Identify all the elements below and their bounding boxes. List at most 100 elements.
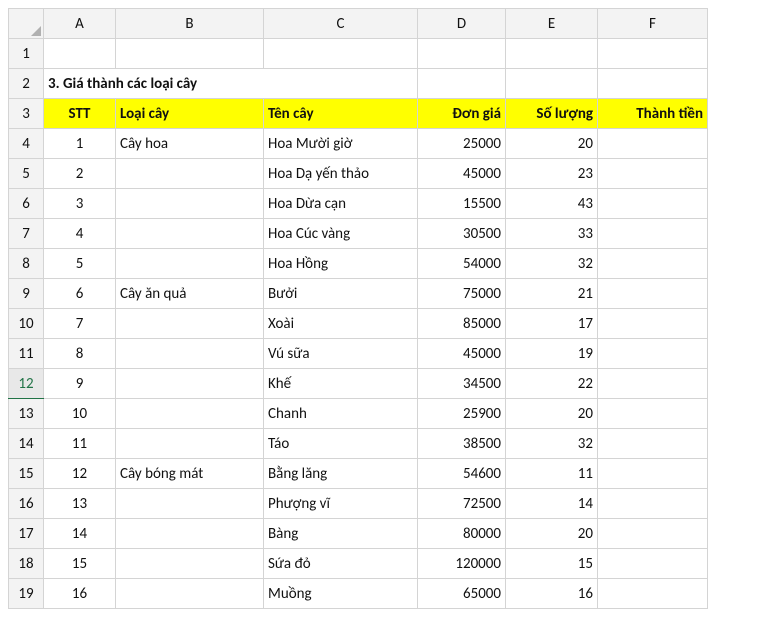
cell-ten-cay[interactable]: Táo xyxy=(264,429,418,459)
cell-don-gia[interactable]: 54000 xyxy=(418,249,506,279)
row-header-16[interactable]: 16 xyxy=(9,489,44,519)
cell-so-luong[interactable]: 19 xyxy=(506,339,598,369)
cell-ten-cay[interactable]: Hoa Mười giờ xyxy=(264,129,418,159)
cell[interactable] xyxy=(598,69,708,99)
cell-so-luong[interactable]: 11 xyxy=(506,459,598,489)
cell-don-gia[interactable]: 45000 xyxy=(418,159,506,189)
cell-thanh-tien[interactable] xyxy=(598,369,708,399)
cell-don-gia[interactable]: 75000 xyxy=(418,279,506,309)
row-header-1[interactable]: 1 xyxy=(9,39,44,69)
cell[interactable] xyxy=(506,69,598,99)
cell-stt[interactable]: 11 xyxy=(44,429,116,459)
row-header-10[interactable]: 10 xyxy=(9,309,44,339)
column-header-C[interactable]: C xyxy=(264,9,418,39)
cell-loai-cay[interactable] xyxy=(116,399,264,429)
cell-don-gia[interactable]: 120000 xyxy=(418,549,506,579)
cell-stt[interactable]: 13 xyxy=(44,489,116,519)
cell-loai-cay[interactable] xyxy=(116,519,264,549)
cell-thanh-tien[interactable] xyxy=(598,219,708,249)
cell-stt[interactable]: 2 xyxy=(44,159,116,189)
cell-thanh-tien[interactable] xyxy=(598,489,708,519)
row-header-11[interactable]: 11 xyxy=(9,339,44,369)
cell-don-gia[interactable]: 65000 xyxy=(418,579,506,609)
cell-loai-cay[interactable] xyxy=(116,489,264,519)
cell-loai-cay[interactable] xyxy=(116,339,264,369)
cell-don-gia[interactable]: 80000 xyxy=(418,519,506,549)
cell-so-luong[interactable]: 22 xyxy=(506,369,598,399)
cell-thanh-tien[interactable] xyxy=(598,549,708,579)
cell-loai-cay[interactable] xyxy=(116,159,264,189)
cell-so-luong[interactable]: 33 xyxy=(506,219,598,249)
cell-stt[interactable]: 4 xyxy=(44,219,116,249)
row-header-17[interactable]: 17 xyxy=(9,519,44,549)
cell[interactable] xyxy=(418,69,506,99)
cell-ten-cay[interactable]: Hoa Dừa cạn xyxy=(264,189,418,219)
row-header-4[interactable]: 4 xyxy=(9,129,44,159)
cell-loai-cay[interactable] xyxy=(116,429,264,459)
column-header-D[interactable]: D xyxy=(418,9,506,39)
cell-thanh-tien[interactable] xyxy=(598,189,708,219)
cell-ten-cay[interactable]: Hoa Cúc vàng xyxy=(264,219,418,249)
row-header-14[interactable]: 14 xyxy=(9,429,44,459)
column-header-A[interactable]: A xyxy=(44,9,116,39)
cell-ten-cay[interactable]: Bằng lăng xyxy=(264,459,418,489)
cell-ten-cay[interactable]: Xoài xyxy=(264,309,418,339)
cell-loai-cay[interactable] xyxy=(116,369,264,399)
cell-thanh-tien[interactable] xyxy=(598,309,708,339)
select-all-corner[interactable] xyxy=(9,9,44,39)
cell-so-luong[interactable]: 20 xyxy=(506,129,598,159)
column-header-B[interactable]: B xyxy=(116,9,264,39)
row-header-9[interactable]: 9 xyxy=(9,279,44,309)
cell-so-luong[interactable]: 20 xyxy=(506,399,598,429)
row-header-7[interactable]: 7 xyxy=(9,219,44,249)
row-header-6[interactable]: 6 xyxy=(9,189,44,219)
cell-ten-cay[interactable]: Khế xyxy=(264,369,418,399)
row-header-18[interactable]: 18 xyxy=(9,549,44,579)
cell-loai-cay[interactable] xyxy=(116,189,264,219)
cell-so-luong[interactable]: 15 xyxy=(506,549,598,579)
cell-don-gia[interactable]: 15500 xyxy=(418,189,506,219)
cell-so-luong[interactable]: 23 xyxy=(506,159,598,189)
column-header-F[interactable]: F xyxy=(598,9,708,39)
column-header-E[interactable]: E xyxy=(506,9,598,39)
cell-thanh-tien[interactable] xyxy=(598,159,708,189)
cell-don-gia[interactable]: 45000 xyxy=(418,339,506,369)
cell-so-luong[interactable]: 17 xyxy=(506,309,598,339)
row-header-8[interactable]: 8 xyxy=(9,249,44,279)
cell-loai-cay[interactable]: Cây bóng mát xyxy=(116,459,264,489)
cell-don-gia[interactable]: 72500 xyxy=(418,489,506,519)
row-header-5[interactable]: 5 xyxy=(9,159,44,189)
cell[interactable] xyxy=(598,39,708,69)
cell-thanh-tien[interactable] xyxy=(598,249,708,279)
cell-thanh-tien[interactable] xyxy=(598,399,708,429)
cell-stt[interactable]: 5 xyxy=(44,249,116,279)
cell-loai-cay[interactable] xyxy=(116,309,264,339)
cell-stt[interactable]: 12 xyxy=(44,459,116,489)
cell[interactable] xyxy=(264,39,418,69)
cell-ten-cay[interactable]: Phượng vĩ xyxy=(264,489,418,519)
cell-stt[interactable]: 3 xyxy=(44,189,116,219)
cell-so-luong[interactable]: 43 xyxy=(506,189,598,219)
row-header-12[interactable]: 12 xyxy=(9,369,44,399)
spreadsheet-grid[interactable]: ABCDEF123. Giá thành các loại cây3STTLoạ… xyxy=(8,8,708,609)
cell-stt[interactable]: 16 xyxy=(44,579,116,609)
cell[interactable] xyxy=(418,39,506,69)
cell-don-gia[interactable]: 38500 xyxy=(418,429,506,459)
cell-loai-cay[interactable]: Cây hoa xyxy=(116,129,264,159)
cell-loai-cay[interactable] xyxy=(116,219,264,249)
cell-stt[interactable]: 15 xyxy=(44,549,116,579)
cell-ten-cay[interactable]: Sứa đỏ xyxy=(264,549,418,579)
cell[interactable] xyxy=(116,39,264,69)
cell-stt[interactable]: 8 xyxy=(44,339,116,369)
cell-ten-cay[interactable]: Chanh xyxy=(264,399,418,429)
cell-thanh-tien[interactable] xyxy=(598,579,708,609)
cell-stt[interactable]: 6 xyxy=(44,279,116,309)
cell-so-luong[interactable]: 20 xyxy=(506,519,598,549)
cell-stt[interactable]: 10 xyxy=(44,399,116,429)
cell-stt[interactable]: 14 xyxy=(44,519,116,549)
cell-ten-cay[interactable]: Hoa Hồng xyxy=(264,249,418,279)
row-header-19[interactable]: 19 xyxy=(9,579,44,609)
cell-ten-cay[interactable]: Bàng xyxy=(264,519,418,549)
cell-loai-cay[interactable]: Cây ăn quả xyxy=(116,279,264,309)
cell-so-luong[interactable]: 16 xyxy=(506,579,598,609)
